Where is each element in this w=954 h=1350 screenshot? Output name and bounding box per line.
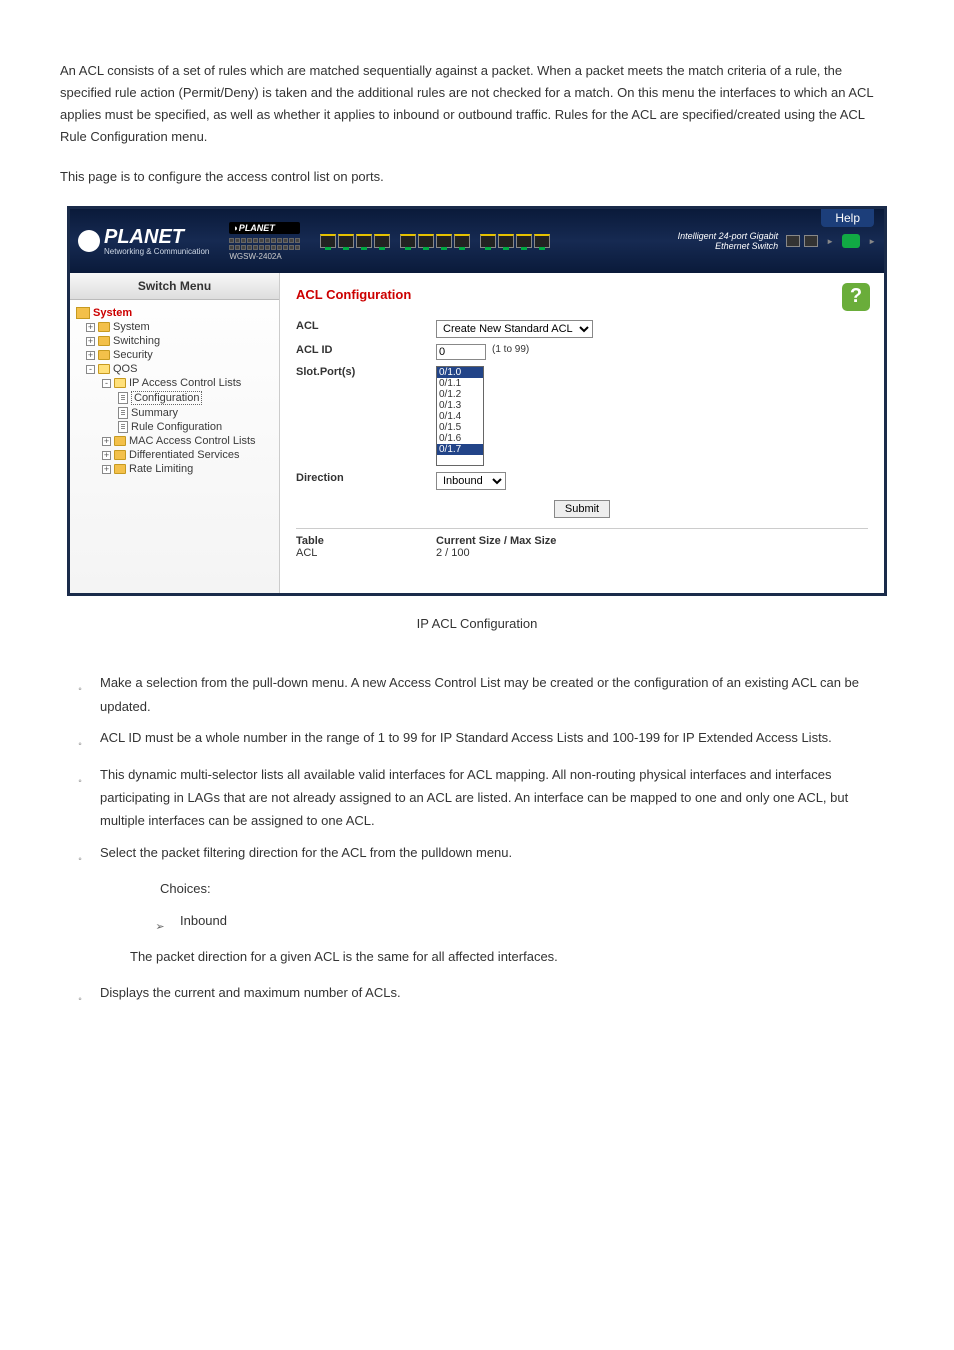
- sidebar-title: Switch Menu: [70, 273, 279, 300]
- mini-logo: ◗PLANET: [229, 222, 300, 234]
- acl-id-range: (1 to 99): [492, 344, 529, 355]
- choices-label: Choices:: [60, 877, 894, 900]
- product-desc: Intelligent 24-port Gigabit Ethernet Swi…: [668, 231, 778, 251]
- acl-id-label: ACL ID: [296, 344, 436, 356]
- figure-caption: IP ACL Configuration: [60, 616, 894, 631]
- bullet-icon: [60, 841, 100, 869]
- table-header-label: Table: [296, 535, 436, 547]
- tree-mac-acl[interactable]: +MAC Access Control Lists: [76, 434, 275, 448]
- table-value: ACL: [296, 547, 436, 559]
- tree-system[interactable]: +System: [76, 320, 275, 334]
- mini-port-grid: [229, 238, 300, 250]
- size-header-label: Current Size / Max Size: [436, 535, 556, 547]
- screenshot: Help PLANET Networking & Communication ◗…: [67, 206, 887, 596]
- main-panel: ? ACL Configuration ACL Create New Stand…: [280, 273, 884, 593]
- intro-paragraph: An ACL consists of a set of rules which …: [60, 60, 894, 148]
- tree-diff-serv[interactable]: +Differentiated Services: [76, 448, 275, 462]
- globe-icon: [78, 230, 100, 252]
- nav-tree: System +System +Switching +Security -QOS…: [70, 300, 279, 482]
- bullet-slot: This dynamic multi-selector lists all av…: [100, 763, 894, 833]
- brand-logo: PLANET Networking & Communication: [78, 226, 209, 256]
- top-banner: Help PLANET Networking & Communication ◗…: [70, 209, 884, 273]
- section-title: ACL Configuration: [296, 287, 868, 302]
- tree-summary[interactable]: Summary: [76, 406, 275, 420]
- bullet-icon: [60, 671, 100, 699]
- slot-port-label: Slot.Port(s): [296, 366, 436, 378]
- triangle-bullet-icon: [140, 909, 180, 938]
- tree-configuration[interactable]: Configuration: [76, 390, 275, 406]
- acl-select[interactable]: Create New Standard ACL: [436, 320, 593, 338]
- bullet-acl: Make a selection from the pull-down menu…: [100, 671, 894, 718]
- acl-id-input[interactable]: [436, 344, 486, 360]
- direction-label: Direction: [296, 472, 436, 484]
- acl-label: ACL: [296, 320, 436, 332]
- tree-rule-config[interactable]: Rule Configuration: [76, 420, 275, 434]
- lead-paragraph: This page is to configure the access con…: [60, 166, 894, 188]
- tree-switching[interactable]: +Switching: [76, 334, 275, 348]
- direction-note: The packet direction for a given ACL is …: [60, 945, 894, 968]
- brand-tagline: Networking & Communication: [104, 247, 209, 256]
- help-icon[interactable]: ?: [842, 283, 870, 311]
- help-tab[interactable]: Help: [821, 209, 874, 227]
- bullet-icon: [60, 763, 100, 791]
- tree-qos[interactable]: -QOS: [76, 362, 275, 376]
- brand-text: PLANET: [104, 226, 184, 248]
- banner-right: Intelligent 24-port Gigabit Ethernet Swi…: [668, 231, 876, 251]
- tree-security[interactable]: +Security: [76, 348, 275, 362]
- tree-rate-limiting[interactable]: +Rate Limiting: [76, 462, 275, 476]
- sidebar: Switch Menu System +System +Switching +S…: [70, 273, 280, 593]
- banner-mid: ◗PLANET WGSW-2402A: [229, 222, 300, 261]
- bullet-inbound: Inbound: [180, 909, 894, 932]
- submit-button[interactable]: Submit: [554, 500, 610, 518]
- tree-ip-acl[interactable]: -IP Access Control Lists: [76, 376, 275, 390]
- tree-root-system[interactable]: System: [76, 306, 275, 320]
- direction-select[interactable]: Inbound: [436, 472, 506, 490]
- bullet-list: Make a selection from the pull-down menu…: [60, 671, 894, 1009]
- bullet-icon: [60, 981, 100, 1009]
- bullet-table: Displays the current and maximum number …: [100, 981, 894, 1004]
- model-label: WGSW-2402A: [229, 252, 300, 261]
- size-value: 2 / 100: [436, 547, 470, 559]
- slot-port-multiselect[interactable]: 0/1.0 0/1.1 0/1.2 0/1.3 0/1.4 0/1.5 0/1.…: [436, 366, 484, 466]
- bullet-direction: Select the packet filtering direction fo…: [100, 841, 894, 864]
- plug-icon: [842, 234, 860, 248]
- bullet-acl-id: ACL ID must be a whole number in the ran…: [100, 726, 894, 749]
- sfp-ports-icon: [786, 235, 818, 247]
- bullet-icon: [60, 726, 100, 754]
- switch-port-graphic: [320, 234, 550, 248]
